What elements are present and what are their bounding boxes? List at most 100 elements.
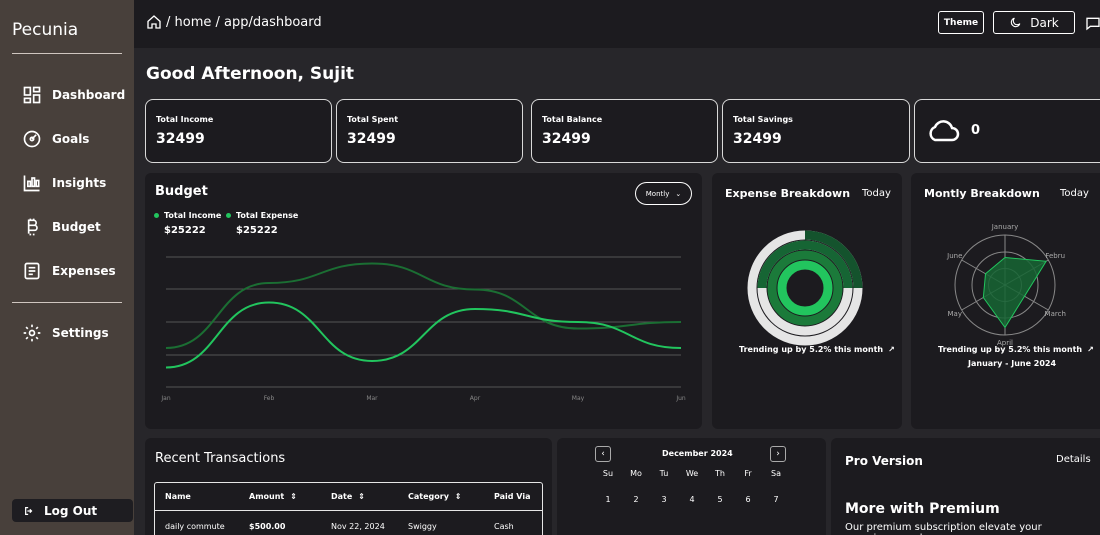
calendar-day[interactable]: 6 bbox=[738, 495, 758, 504]
stat-value: 32499 bbox=[733, 131, 782, 147]
budget-panel: Budget Montly ⌄ Total Income $25222 Tota… bbox=[145, 173, 702, 429]
logout-label: Log Out bbox=[44, 503, 98, 518]
monthly-period[interactable]: Today bbox=[1060, 188, 1089, 199]
sidebar-item-label: Goals bbox=[52, 132, 90, 146]
topbar: / home / app/dashboard Theme Dark bbox=[134, 0, 1100, 48]
sidebar-item-label: Insights bbox=[52, 176, 107, 190]
trend-label: Trending up by 5.2% this month bbox=[739, 345, 884, 354]
radar-axis-label: Febru bbox=[1045, 252, 1065, 260]
trend-text: Trending up by 5.2% this month ↗ bbox=[739, 345, 895, 354]
cell-category: Swiggy bbox=[408, 521, 437, 531]
radar-axis-label: June bbox=[946, 252, 962, 260]
cell-amount: $500.00 bbox=[249, 521, 286, 531]
chevron-left-icon: ‹ bbox=[601, 449, 605, 459]
page-title: Good Afternoon, Sujit bbox=[146, 64, 355, 84]
stat-value: 32499 bbox=[347, 131, 396, 147]
sidebar-divider bbox=[12, 302, 122, 303]
x-tick-label: Mar bbox=[366, 395, 378, 402]
weekday-label: Th bbox=[715, 469, 725, 478]
calendar-day[interactable]: 1 bbox=[598, 495, 618, 504]
sidebar-item-label: Budget bbox=[52, 220, 101, 234]
cell-name: daily commute bbox=[165, 521, 225, 531]
calendar-day[interactable]: 7 bbox=[766, 495, 786, 504]
transactions-table: Name Amount ⇕ Date ⇕ Category ⇕ Paid Via da… bbox=[154, 482, 543, 535]
ring-inner-value bbox=[777, 260, 833, 316]
weekday-label: Tu bbox=[659, 469, 669, 478]
x-tick-label: Jun bbox=[675, 395, 686, 402]
budget-line-chart: Jan Feb Mar Apr May Jun bbox=[160, 256, 686, 402]
breadcrumb: / home / app/dashboard bbox=[146, 14, 322, 30]
series-line-expense bbox=[165, 301, 682, 369]
column-name: Name bbox=[165, 492, 191, 501]
calendar-prev-button[interactable]: ‹ bbox=[595, 446, 611, 462]
monthly-breakdown-title: Montly Breakdown bbox=[924, 187, 1040, 200]
bitcoin-icon bbox=[27, 218, 38, 236]
cloud-icon bbox=[929, 120, 960, 142]
dark-mode-label: Dark bbox=[1030, 15, 1059, 30]
sidebar-item-dashboard[interactable]: Dashboard bbox=[22, 85, 125, 105]
x-tick-label: May bbox=[572, 395, 585, 402]
column-paid-via: Paid Via bbox=[494, 492, 531, 501]
sidebar-item-insights[interactable]: Insights bbox=[22, 173, 106, 193]
calendar-day[interactable]: 4 bbox=[682, 495, 702, 504]
expense-period[interactable]: Today bbox=[862, 188, 891, 199]
sidebar-item-expenses[interactable]: Expenses bbox=[22, 261, 116, 281]
stat-label: Total Savings bbox=[733, 115, 793, 124]
calendar-day[interactable]: 2 bbox=[626, 495, 646, 504]
dark-mode-button[interactable]: Dark bbox=[993, 11, 1075, 34]
insights-icon bbox=[23, 175, 40, 192]
sidebar-item-budget[interactable]: Budget bbox=[22, 217, 101, 237]
sidebar-item-goals[interactable]: Goals bbox=[22, 129, 89, 149]
column-date[interactable]: Date ⇕ bbox=[331, 492, 365, 501]
message-icon[interactable] bbox=[1085, 15, 1100, 31]
weekday-label: Fr bbox=[744, 469, 752, 478]
date-range: January - June 2024 bbox=[968, 359, 1057, 368]
table-header: Name Amount ⇕ Date ⇕ Category ⇕ Paid Via bbox=[155, 483, 542, 511]
radar-axis-label: May bbox=[948, 310, 962, 318]
logout-button[interactable]: Log Out bbox=[12, 499, 133, 522]
sidebar-item-settings[interactable]: Settings bbox=[22, 323, 109, 343]
expense-breakdown-panel: Expense Breakdown Today Trending up by 5… bbox=[712, 173, 902, 429]
sort-icon: ⇕ bbox=[454, 492, 462, 501]
column-label: Date bbox=[331, 492, 353, 501]
home-icon[interactable] bbox=[146, 14, 162, 30]
logout-icon bbox=[25, 506, 33, 515]
trending-up-icon: ↗ bbox=[888, 345, 895, 354]
chevron-right-icon: › bbox=[776, 449, 780, 459]
breadcrumb-path[interactable]: / home / app/dashboard bbox=[166, 15, 322, 30]
trend-text: Trending up by 5.2% this month ↗ bbox=[938, 345, 1094, 354]
cell-date: Nov 22, 2024 bbox=[331, 521, 385, 531]
calendar-next-button[interactable]: › bbox=[770, 446, 786, 462]
table-row[interactable]: daily commute $500.00 Nov 22, 2024 Swigg… bbox=[155, 511, 542, 535]
column-label: Amount bbox=[249, 492, 285, 501]
radial-chart bbox=[747, 230, 863, 346]
sidebar-item-label: Expenses bbox=[52, 264, 116, 278]
calendar-day[interactable]: 3 bbox=[654, 495, 674, 504]
theme-button[interactable]: Theme bbox=[938, 11, 984, 34]
pro-details-link[interactable]: Details bbox=[1056, 454, 1091, 465]
pro-heading: More with Premium bbox=[845, 501, 1000, 517]
column-amount[interactable]: Amount ⇕ bbox=[249, 492, 297, 501]
sidebar: Pecunia Dashboard Goals Insights Budget … bbox=[0, 0, 134, 535]
stat-value: 32499 bbox=[156, 131, 205, 147]
cell-paid-via: Cash bbox=[494, 521, 514, 531]
sidebar-item-label: Dashboard bbox=[52, 88, 126, 102]
monthly-breakdown-panel: Montly Breakdown Today January Febru March… bbox=[911, 173, 1100, 429]
pro-title: Pro Version bbox=[845, 454, 923, 468]
stat-card-income: Total Income 32499 bbox=[145, 99, 332, 163]
weekday-label: Sa bbox=[771, 469, 781, 478]
calendar-day[interactable]: 5 bbox=[710, 495, 730, 504]
x-tick-label: Jan bbox=[160, 395, 170, 402]
weekday-label: We bbox=[685, 469, 699, 478]
goals-icon bbox=[23, 130, 41, 148]
stat-label: Total Income bbox=[156, 115, 214, 124]
trend-label: Trending up by 5.2% this month bbox=[938, 345, 1083, 354]
stat-value: 32499 bbox=[542, 131, 591, 147]
settings-icon bbox=[23, 324, 41, 342]
app-brand: Pecunia bbox=[12, 20, 79, 40]
weekday-label: Su bbox=[602, 469, 614, 478]
radar-chart: JanuaryFebruMarchAprilMayJune bbox=[946, 223, 1066, 347]
stat-label: Total Spent bbox=[347, 115, 399, 124]
column-category[interactable]: Category ⇕ bbox=[408, 492, 462, 501]
column-label: Category bbox=[408, 492, 449, 501]
